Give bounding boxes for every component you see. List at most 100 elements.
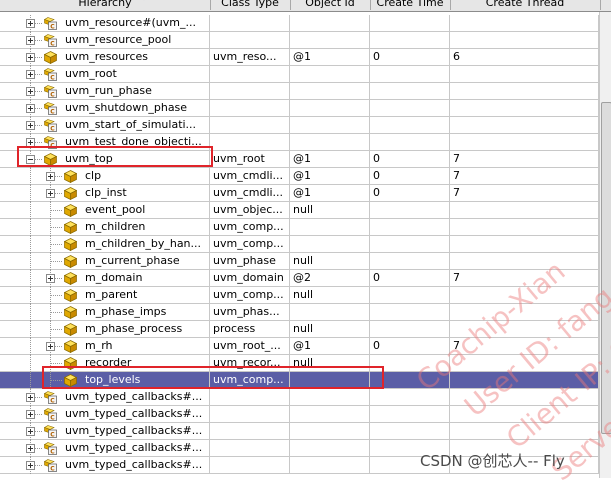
hierarchy-name: m_phase_process [85,322,183,335]
expand-icon[interactable] [26,87,35,96]
svg-text:C: C [50,431,55,438]
create-thread-cell [450,423,599,439]
table-row[interactable]: Cuvm_typed_callbacks#... [0,440,599,457]
table-row[interactable]: top_levels uvm_comp... [0,372,599,389]
component-doc-icon: C [43,102,57,115]
table-row[interactable]: Cuvm_typed_callbacks#... [0,457,599,474]
hierarchy-name: uvm_test_done_objecti... [65,135,202,148]
create-thread-cell [450,117,599,133]
expand-icon[interactable] [26,36,35,45]
hierarchy-name: uvm_typed_callbacks#... [65,424,203,437]
collapse-icon[interactable] [26,155,35,164]
svg-text:C: C [50,108,55,115]
hierarchy-name: uvm_run_phase [65,84,152,97]
hierarchy-name: clp [85,169,102,182]
class-type-cell: uvm_comp... [210,236,290,252]
class-type-cell: uvm_cmdli... [210,168,290,184]
table-row[interactable]: m_parent uvm_comp... null [0,287,599,304]
table-row[interactable]: m_rh uvm_root_... @1 0 7 [0,338,599,355]
column-header-object-id[interactable]: Object Id [290,0,371,10]
expand-icon[interactable] [26,121,35,130]
object-id-cell [290,219,370,235]
table-row[interactable]: Cuvm_typed_callbacks#... [0,423,599,440]
table-row[interactable]: Cuvm_root [0,66,599,83]
object-id-cell: @1 [290,185,370,201]
create-time-cell [370,134,450,150]
column-header: Hierarchy Class Type Object Id Create Ti… [0,0,611,12]
object-cube-icon [63,170,78,184]
object-id-cell [290,457,370,473]
table-row[interactable]: uvm_resources uvm_reso... @1 0 6 [0,49,599,66]
expand-icon[interactable] [26,53,35,62]
create-thread-cell: 7 [450,338,599,354]
hierarchy-name: m_children_by_han... [85,237,202,250]
create-thread-cell [450,321,599,337]
tree-guide-line [50,312,62,313]
table-row[interactable]: m_current_phase uvm_phase null [0,253,599,270]
table-row[interactable]: Cuvm_test_done_objecti... [0,134,599,151]
tree-guide-line [50,244,62,245]
create-thread-cell [450,372,599,388]
vertical-scrollbar[interactable] [599,12,611,478]
table-row[interactable]: m_children uvm_comp... [0,219,599,236]
expand-icon[interactable] [26,427,35,436]
component-doc-icon: C [43,17,57,30]
expand-icon[interactable] [26,70,35,79]
expand-icon[interactable] [26,393,35,402]
tree-guide-line [30,287,31,304]
object-id-cell [290,423,370,439]
column-header-class-type[interactable]: Class Type [210,0,291,10]
create-time-cell [370,355,450,371]
table-row[interactable]: Cuvm_typed_callbacks#... [0,389,599,406]
class-type-cell [210,117,290,133]
column-header-hierarchy-label: Hierarchy [78,0,132,9]
component-doc-icon: C [43,408,57,421]
object-cube-icon [63,357,78,371]
table-row[interactable]: m_domain uvm_domain @2 0 7 [0,270,599,287]
object-id-cell [290,32,370,48]
expand-icon[interactable] [26,461,35,470]
table-row[interactable]: Cuvm_run_phase [0,83,599,100]
table-row[interactable]: m_phase_process process null [0,321,599,338]
hierarchy-name: uvm_shutdown_phase [65,101,188,114]
expand-icon[interactable] [46,189,55,198]
expand-icon[interactable] [26,444,35,453]
table-row[interactable]: clp uvm_cmdli... @1 0 7 [0,168,599,185]
table-row[interactable]: m_children_by_han... uvm_comp... [0,236,599,253]
tree-guide-line [30,219,31,236]
expand-icon[interactable] [26,138,35,147]
expand-icon[interactable] [26,19,35,28]
class-type-cell: uvm_comp... [210,372,290,388]
expand-icon[interactable] [46,342,55,351]
column-header-create-thread[interactable]: Create Thread [450,0,601,10]
create-time-cell [370,423,450,439]
expand-icon[interactable] [46,172,55,181]
create-thread-cell [450,202,599,218]
svg-text:C: C [50,397,55,404]
expand-icon[interactable] [26,104,35,113]
table-row[interactable]: clp_inst uvm_cmdli... @1 0 7 [0,185,599,202]
column-header-create-time[interactable]: Create Time [370,0,451,10]
svg-text:C: C [50,414,55,421]
hierarchy-tree-table[interactable]: Cuvm_resource#(uvm_... Cuvm_resource_pool… [0,12,599,478]
table-row[interactable]: Cuvm_resource#(uvm_... [0,15,599,32]
table-row[interactable]: Cuvm_typed_callbacks#... [0,406,599,423]
create-thread-cell [450,389,599,405]
object-cube-icon [63,272,78,286]
table-row[interactable]: Cuvm_start_of_simulati... [0,117,599,134]
expand-icon[interactable] [46,274,55,283]
svg-text:C: C [50,91,55,98]
table-row[interactable]: m_phase_imps uvm_phas... [0,304,599,321]
table-row[interactable]: Cuvm_resource_pool [0,32,599,49]
table-row[interactable]: Cuvm_shutdown_phase [0,100,599,117]
class-type-cell [210,134,290,150]
scrollbar-thumb[interactable] [601,102,611,434]
table-row[interactable]: recorder uvm_recor... null [0,355,599,372]
table-row[interactable]: event_pool uvm_objec... null [0,202,599,219]
column-header-hierarchy[interactable]: Hierarchy [0,0,211,10]
object-id-cell: @2 [290,270,370,286]
create-time-cell [370,32,450,48]
expand-icon[interactable] [26,410,35,419]
table-row[interactable]: uvm_top uvm_root @1 0 7 [0,151,599,168]
create-thread-cell [450,236,599,252]
